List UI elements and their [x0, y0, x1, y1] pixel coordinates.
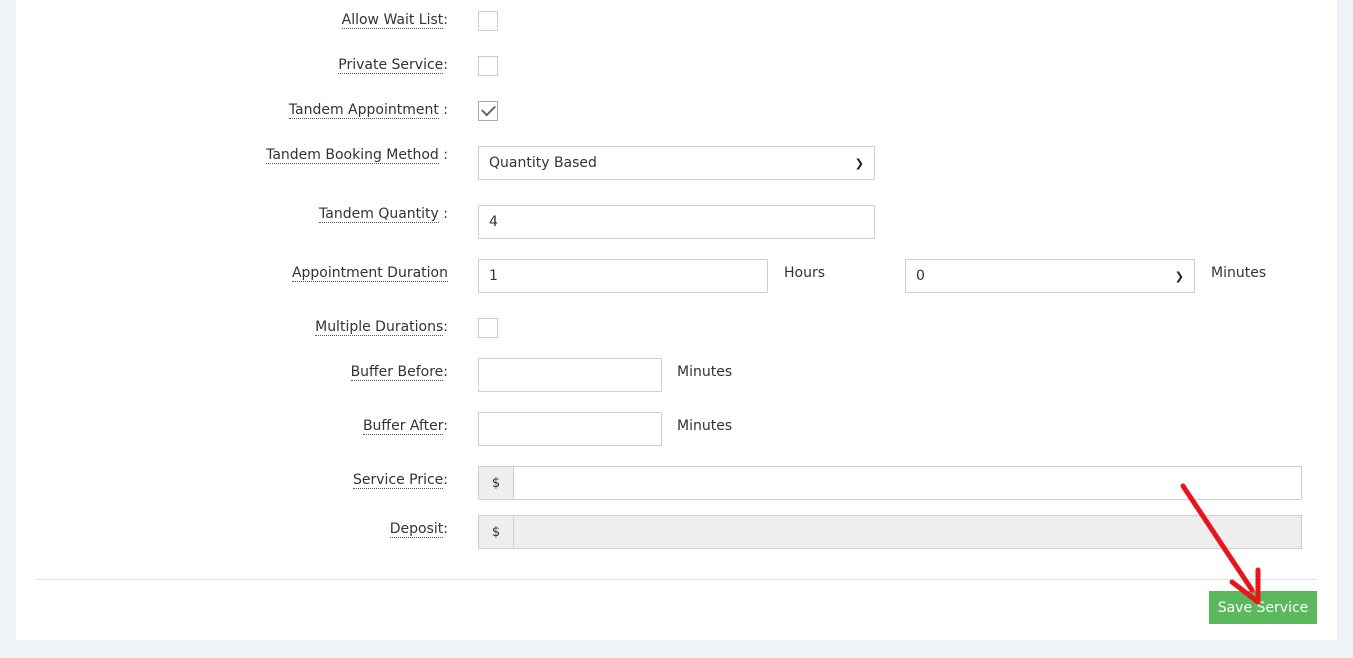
tandem-booking-method-select[interactable]: Quantity Based ❯	[478, 146, 875, 180]
multiple-durations-label: Multiple Durations:	[315, 319, 448, 336]
private-service-label: Private Service:	[338, 57, 448, 74]
tandem-appointment-label: Tandem Appointment :	[288, 102, 448, 119]
appointment-duration-label: Appointment Duration	[291, 265, 448, 282]
buffer-after-label: Buffer After:	[362, 418, 448, 435]
tandem-quantity-input[interactable]: 4	[478, 205, 875, 239]
hours-unit-label: Hours	[784, 265, 826, 281]
private-service-checkbox[interactable]	[478, 56, 498, 76]
service-price-label: Service Price:	[352, 472, 448, 489]
annotation-arrow-icon	[1180, 483, 1261, 605]
chevron-down-icon: ❯	[854, 156, 864, 170]
allow-wait-list-checkbox[interactable]	[478, 11, 498, 31]
buffer-before-label: Buffer Before:	[350, 364, 448, 381]
buffer-before-input[interactable]	[478, 358, 662, 392]
tandem-booking-method-label: Tandem Booking Method :	[266, 147, 448, 164]
duration-minutes-select[interactable]: 0 ❯	[905, 259, 1195, 293]
deposit-currency-addon: $	[478, 515, 513, 549]
deposit-label: Deposit:	[389, 521, 448, 538]
minutes-unit-label: Minutes	[1211, 265, 1267, 281]
allow-wait-list-label: Allow Wait List:	[341, 12, 448, 29]
buffer-after-unit: Minutes	[677, 418, 733, 434]
multiple-durations-checkbox[interactable]	[478, 318, 498, 338]
service-price-currency-addon: $	[478, 466, 513, 500]
footer-divider	[35, 579, 1317, 580]
checkmark-icon	[481, 101, 496, 117]
duration-hours-input[interactable]: 1	[478, 259, 768, 293]
buffer-before-unit: Minutes	[677, 364, 733, 380]
tandem-quantity-label: Tandem Quantity :	[319, 206, 448, 223]
tandem-appointment-checkbox[interactable]	[478, 101, 498, 121]
buffer-after-input[interactable]	[478, 412, 662, 446]
chevron-down-icon: ❯	[1174, 269, 1184, 283]
